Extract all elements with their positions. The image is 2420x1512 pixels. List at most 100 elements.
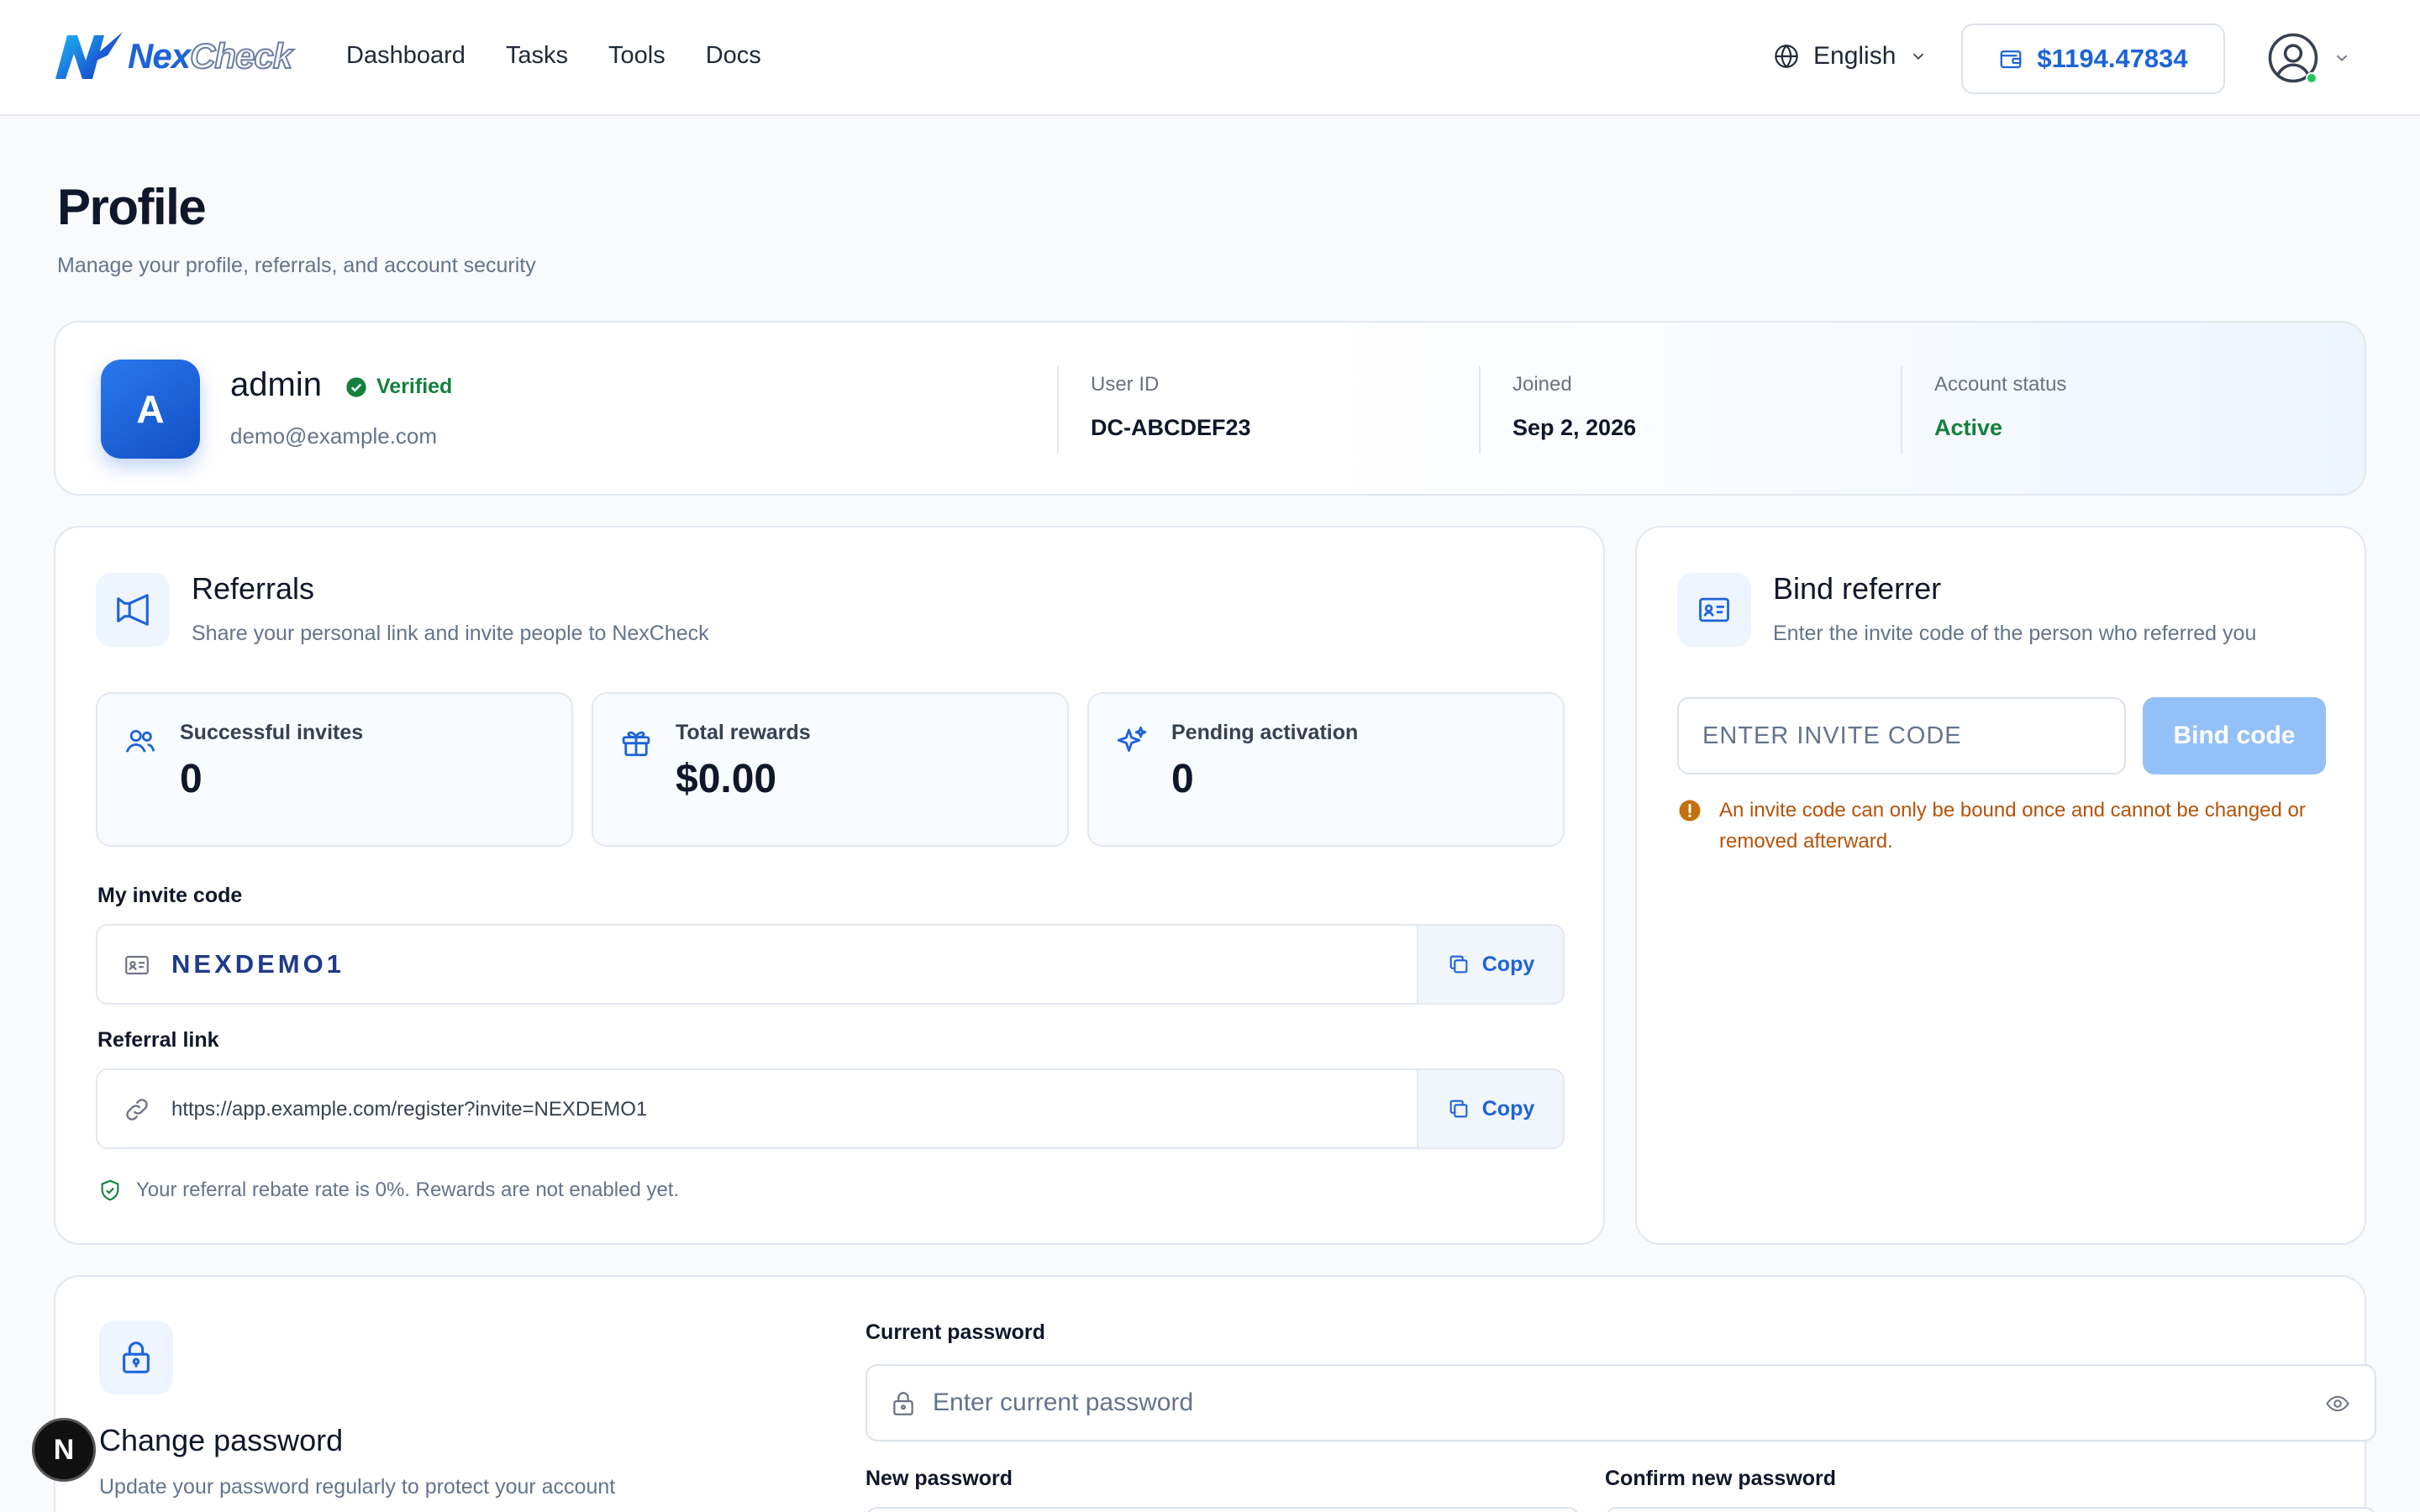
stat-label: Total rewards	[676, 721, 811, 744]
referral-link-field: https://app.example.com/register?invite=…	[96, 1068, 1565, 1149]
username: admin	[230, 366, 322, 403]
user-email: demo@example.com	[230, 423, 438, 449]
invite-code-value: NEXDEMO1	[171, 949, 345, 979]
lock-icon	[893, 1392, 913, 1415]
stat-pending-activation: Pending activation 0	[1087, 692, 1565, 847]
bind-warning-text: An invite code can only be bound once an…	[1719, 799, 2306, 853]
id-card-icon	[125, 956, 149, 974]
main-nav: Dashboard Tasks Tools Docs	[346, 42, 761, 70]
wallet-icon	[2000, 50, 2022, 69]
stat-successful-invites: Successful invites 0	[96, 692, 573, 847]
sparkles-icon	[1117, 726, 1147, 752]
balance-amount: $1194.47834	[2037, 44, 2188, 73]
alert-circle-icon	[1679, 800, 1701, 822]
change-password-subtitle: Update your password regularly to protec…	[99, 1475, 616, 1499]
copy-label: Copy	[1481, 952, 1535, 976]
chevron-down-icon	[1913, 53, 1924, 60]
nav-docs[interactable]: Docs	[706, 42, 761, 70]
profile-summary-card: A admin Verified demo@example.com User I…	[54, 321, 2366, 496]
account-status-label: Account status	[1934, 373, 2067, 396]
new-password-input[interactable]	[865, 1507, 1580, 1512]
rebate-note: Your referral rebate rate is 0%. Rewards…	[97, 1178, 679, 1203]
user-id-label: User ID	[1091, 373, 1160, 396]
eye-icon[interactable]	[2323, 1391, 2353, 1416]
copy-invite-code-button[interactable]: Copy	[1417, 926, 1563, 1003]
invite-code-field: NEXDEMO1 Copy	[96, 924, 1565, 1005]
users-icon	[125, 730, 155, 753]
joined-label: Joined	[1512, 373, 1572, 396]
joined-block: Joined Sep 2, 2026	[1512, 373, 1636, 441]
logo-mark-icon	[55, 32, 123, 79]
stat-value: 0	[1171, 757, 1194, 801]
profile-avatar: A	[101, 360, 200, 459]
link-icon	[126, 1099, 148, 1121]
nav-tools[interactable]: Tools	[608, 42, 666, 70]
check-circle-icon	[346, 376, 366, 397]
referrals-title: Referrals	[192, 571, 315, 606]
copy-label: Copy	[1481, 1096, 1535, 1121]
rebate-note-text: Your referral rebate rate is 0%. Rewards…	[136, 1179, 680, 1201]
invite-code-input[interactable]	[1677, 697, 2126, 774]
divider	[1479, 366, 1481, 454]
floating-app-button[interactable]: N	[32, 1418, 96, 1482]
nav-dashboard[interactable]: Dashboard	[346, 42, 466, 70]
balance-button[interactable]: $1194.47834	[1961, 24, 2225, 94]
current-password-placeholder: Enter current password	[933, 1389, 1194, 1416]
bind-code-button[interactable]: Bind code	[2143, 697, 2326, 774]
page-subtitle: Manage your profile, referrals, and acco…	[57, 254, 536, 277]
bind-referrer-card: Bind referrer Enter the invite code of t…	[1635, 526, 2366, 1245]
copy-icon	[1449, 1100, 1468, 1118]
stat-label: Pending activation	[1171, 721, 1359, 744]
referral-link-value: https://app.example.com/register?invite=…	[171, 1098, 648, 1121]
account-status-value: Active	[1934, 415, 2003, 440]
bind-warning: An invite code can only be bound once an…	[1677, 795, 2333, 857]
new-password-label: New password	[865, 1467, 1013, 1490]
chevron-down-icon	[2336, 55, 2348, 62]
referrals-card: Referrals Share your personal link and i…	[54, 526, 1605, 1245]
brand-name: NexCheck	[128, 35, 293, 76]
user-id-value: DC-ABCDEF23	[1091, 415, 1251, 440]
current-password-input[interactable]: Enter current password	[865, 1364, 2376, 1441]
copy-referral-link-button[interactable]: Copy	[1417, 1070, 1563, 1147]
account-status-block: Account status Active	[1934, 373, 2066, 441]
page-title: Profile	[57, 179, 207, 235]
shield-check-icon	[101, 1179, 119, 1201]
nav-tasks[interactable]: Tasks	[506, 42, 568, 70]
joined-value: Sep 2, 2026	[1512, 415, 1637, 440]
change-password-title: Change password	[99, 1423, 344, 1457]
gift-icon	[622, 731, 650, 757]
user-menu[interactable]	[2265, 30, 2351, 86]
globe-icon	[1775, 44, 1798, 69]
language-selector[interactable]: English	[1773, 42, 1928, 71]
stat-label: Successful invites	[180, 721, 364, 744]
user-id-block: User ID DC-ABCDEF23	[1091, 373, 1251, 441]
stat-total-rewards: Total rewards $0.00	[592, 692, 1069, 847]
stat-value: 0	[180, 757, 203, 801]
referrals-subtitle: Share your personal link and invite peop…	[192, 622, 709, 645]
divider	[1057, 366, 1059, 454]
invite-code-label: My invite code	[97, 884, 243, 907]
bind-referrer-icon-tile	[1677, 573, 1751, 647]
current-password-label: Current password	[865, 1320, 1045, 1344]
confirm-password-input[interactable]	[1605, 1507, 2376, 1512]
bind-referrer-subtitle: Enter the invite code of the person who …	[1773, 622, 2257, 645]
referrals-icon-tile	[96, 573, 170, 647]
online-status-dot	[2306, 72, 2317, 84]
verified-label: Verified	[376, 375, 453, 398]
verified-badge: Verified	[345, 375, 452, 399]
avatar	[2265, 30, 2321, 86]
confirm-password-label: Confirm new password	[1605, 1467, 1837, 1490]
copy-icon	[1449, 955, 1468, 974]
megaphone-icon	[117, 594, 149, 626]
change-password-card: Change password Update your password reg…	[54, 1275, 2376, 1512]
referral-link-label: Referral link	[97, 1028, 219, 1052]
divider	[1901, 366, 1902, 454]
password-icon-tile	[99, 1320, 173, 1394]
stat-value: $0.00	[676, 757, 777, 801]
top-navbar: NexCheck Dashboard Tasks Tools Docs Engl…	[0, 0, 2420, 116]
bind-referrer-title: Bind referrer	[1773, 571, 1942, 606]
brand-logo[interactable]: NexCheck	[52, 30, 293, 82]
lock-icon	[123, 1341, 150, 1373]
language-label: English	[1813, 42, 1897, 70]
id-card-icon	[1699, 597, 1729, 622]
